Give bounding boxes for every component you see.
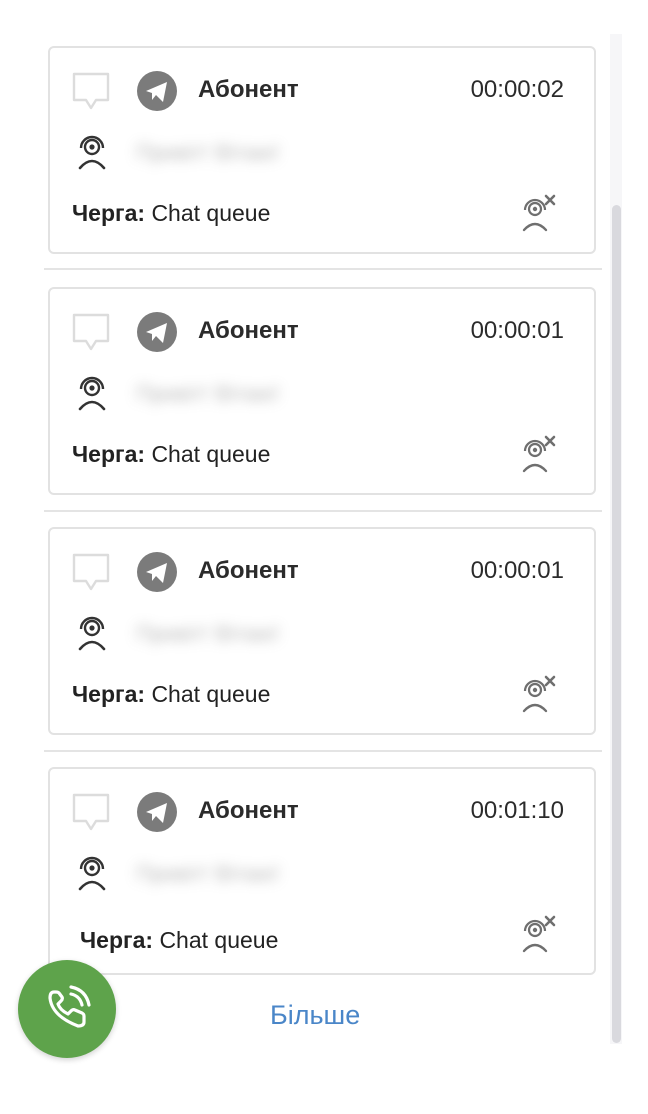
card-divider [44,510,602,512]
card-divider [44,750,602,752]
queue-value: Chat queue [151,441,271,467]
scrollbar-thumb[interactable] [612,205,621,1043]
chat-timer: 00:01:10 [470,797,564,824]
phone-call-icon [48,985,91,1028]
telegram-icon [137,71,177,111]
call-button[interactable] [18,960,116,1058]
message-preview: Привіт! Вітаю! [136,140,280,165]
chat-bubble-icon [72,553,110,591]
queue-value: Chat queue [151,681,271,707]
unassign-agent-icon[interactable] [518,673,558,713]
chat-card[interactable]: Абонент 00:00:02 Привіт! Вітаю! Черга: C… [48,46,596,254]
queue-info: Черга: Chat queue [72,441,270,468]
queue-label: Черга: [72,681,146,707]
message-preview: Привіт! Вітаю! [136,381,280,406]
agent-headset-icon [78,135,106,170]
chat-card[interactable]: Абонент 00:00:01 Привіт! Вітаю! Черга: C… [48,287,596,495]
chat-bubble-icon [72,313,110,351]
chat-bubble-icon [72,72,110,110]
chat-card[interactable]: Абонент 00:00:01 Привіт! Вітаю! Черга: C… [48,527,596,735]
queue-label: Черга: [72,200,146,226]
queue-value: Chat queue [151,200,271,226]
sender-name: Абонент [198,557,299,584]
sender-name: Абонент [198,76,299,103]
queue-info: Черга: Chat queue [80,927,278,954]
message-preview: Привіт! Вітаю! [136,861,280,886]
chat-card[interactable]: Абонент 00:01:10 Привіт! Вітаю! Черга: C… [48,767,596,975]
agent-headset-icon [78,856,106,891]
queue-label: Черга: [80,927,154,953]
telegram-icon [137,312,177,352]
load-more-link[interactable]: Більше [270,1000,360,1031]
agent-headset-icon [78,376,106,411]
chat-timer: 00:00:02 [470,76,564,103]
unassign-agent-icon[interactable] [518,192,558,232]
sender-name: Абонент [198,797,299,824]
queue-info: Черга: Chat queue [72,681,270,708]
unassign-agent-icon[interactable] [518,913,558,953]
card-divider [44,268,602,270]
queue-label: Черга: [72,441,146,467]
telegram-icon [137,552,177,592]
message-preview: Привіт! Вітаю! [136,621,280,646]
unassign-agent-icon[interactable] [518,433,558,473]
chat-bubble-icon [72,793,110,831]
queue-value: Chat queue [159,927,279,953]
agent-headset-icon [78,616,106,651]
telegram-icon [137,792,177,832]
queue-info: Черга: Chat queue [72,200,270,227]
chat-timer: 00:00:01 [470,557,564,584]
sender-name: Абонент [198,317,299,344]
chat-timer: 00:00:01 [470,317,564,344]
